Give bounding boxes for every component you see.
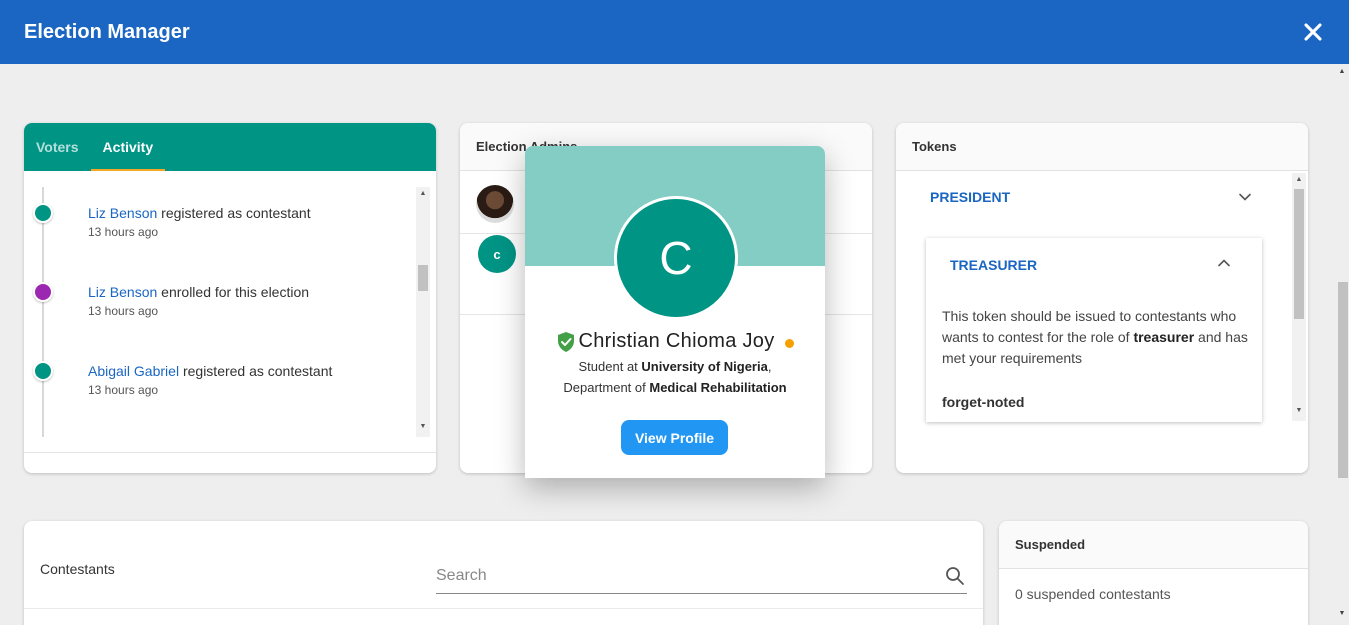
activity-card: Voters Activity Liz Benson registered as… <box>24 123 436 473</box>
activity-action: registered as contestant <box>182 363 333 379</box>
app-bar: Election Manager <box>0 0 1349 64</box>
activity-action: registered as contestant <box>161 205 311 221</box>
tokens-header: Tokens <box>896 123 1308 171</box>
scroll-down-arrow[interactable]: ▼ <box>1335 610 1349 617</box>
token-treasurer-panel: TREASURER This token should be issued to… <box>926 238 1262 422</box>
view-profile-button[interactable]: View Profile <box>621 420 728 455</box>
contestants-card: Contestants Search <box>24 521 983 625</box>
close-icon[interactable] <box>1299 18 1327 46</box>
avatar: c <box>478 235 516 273</box>
school-prefix: Student at <box>578 359 642 374</box>
profile-department: Department of Medical Rehabilitation <box>525 380 825 395</box>
contestants-label: Contestants <box>40 561 115 577</box>
search-placeholder: Search <box>436 567 487 584</box>
tokens-card: Tokens PRESIDENT TREASURER This token sh… <box>896 123 1308 473</box>
token-president[interactable]: PRESIDENT <box>930 189 1010 205</box>
activity-text: Liz Benson enrolled for this election <box>88 284 309 300</box>
scroll-up-arrow[interactable]: ▲ <box>416 190 430 197</box>
timeline-dot <box>33 203 53 223</box>
suspended-header: Suspended <box>999 521 1308 569</box>
user-link[interactable]: Abigail Gabriel <box>88 363 179 379</box>
chevron-up-icon[interactable] <box>1216 255 1232 271</box>
chevron-down-icon[interactable] <box>1237 189 1253 205</box>
timeline-dot <box>33 282 53 302</box>
token-description: This token should be issued to contestan… <box>942 306 1248 369</box>
desc-role: treasurer <box>1133 329 1195 345</box>
user-link[interactable]: Liz Benson <box>88 284 157 300</box>
shield-check-icon <box>558 331 575 352</box>
app-title: Election Manager <box>24 20 190 43</box>
activity-tabs: Voters Activity <box>24 123 436 171</box>
activity-text: Abigail Gabriel registered as contestant <box>88 363 332 379</box>
scroll-up-arrow[interactable]: ▲ <box>1335 68 1349 75</box>
suspended-card: Suspended 0 suspended contestants <box>999 521 1308 625</box>
activity-timeline: Liz Benson registered as contestant 13 h… <box>24 171 436 453</box>
department-prefix: Department of <box>563 380 650 395</box>
activity-time: 13 hours ago <box>88 383 159 397</box>
divider <box>24 608 983 609</box>
department: Medical Rehabilitation <box>649 380 787 395</box>
status-dot <box>784 338 794 348</box>
profile-avatar: C <box>614 196 738 320</box>
search-input[interactable]: Search <box>436 561 967 594</box>
activity-scrollbar[interactable]: ▲ ▼ <box>416 187 430 437</box>
page-scrollbar-thumb[interactable] <box>1338 282 1348 478</box>
scroll-up-arrow[interactable]: ▲ <box>1292 176 1306 183</box>
institution: University of Nigeria <box>641 359 768 374</box>
timeline-line <box>42 187 44 437</box>
avatar <box>476 185 514 223</box>
timeline-dot <box>33 361 53 381</box>
suspended-count: 0 suspended contestants <box>1015 586 1171 602</box>
activity-action: enrolled for this election <box>161 284 310 300</box>
tokens-scrollbar[interactable]: ▲ ▼ <box>1292 173 1306 421</box>
tokens-scrollbar-thumb[interactable] <box>1294 189 1304 319</box>
activity-time: 13 hours ago <box>88 225 159 239</box>
scroll-down-arrow[interactable]: ▼ <box>1292 407 1306 414</box>
user-link[interactable]: Liz Benson <box>88 205 157 221</box>
profile-school: Student at University of Nigeria, <box>525 359 825 374</box>
profile-name: Christian Chioma Joy <box>578 330 775 352</box>
tab-activity[interactable]: Activity <box>90 123 166 171</box>
profile-popup: C Christian Chioma Joy Student at Univer… <box>525 146 825 478</box>
scroll-down-arrow[interactable]: ▼ <box>416 423 430 430</box>
page-scrollbar[interactable]: ▲ ▼ <box>1335 64 1349 625</box>
activity-time: 13 hours ago <box>88 304 159 318</box>
activity-text: Liz Benson registered as contestant <box>88 205 311 221</box>
activity-scrollbar-thumb[interactable] <box>418 265 428 291</box>
school-suffix: , <box>767 359 772 374</box>
token-treasurer[interactable]: TREASURER <box>950 257 1037 273</box>
tab-voters[interactable]: Voters <box>24 123 91 171</box>
profile-name-row: Christian Chioma Joy <box>525 330 825 353</box>
search-icon[interactable] <box>945 566 965 586</box>
token-code: forget-noted <box>942 394 1025 410</box>
